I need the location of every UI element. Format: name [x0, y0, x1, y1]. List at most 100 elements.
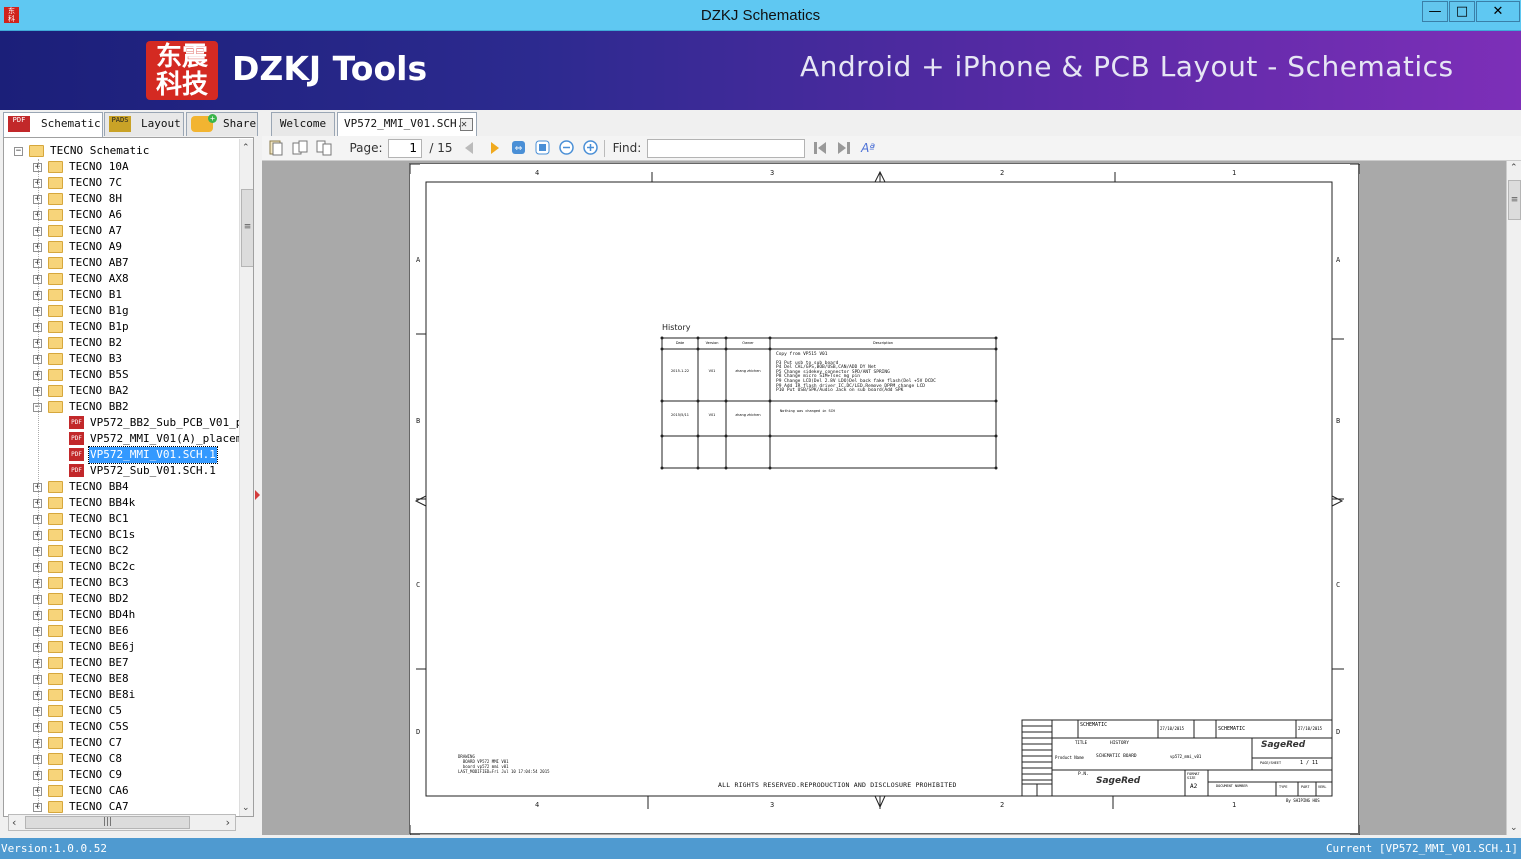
folder-icon — [48, 241, 63, 253]
folder-icon — [48, 161, 63, 173]
find-previous-icon[interactable] — [812, 140, 828, 157]
find-input[interactable] — [647, 139, 805, 158]
folder-icon — [48, 545, 63, 557]
find-next-icon[interactable] — [836, 140, 852, 157]
close-tab-icon[interactable]: ✕ — [460, 118, 473, 131]
zone-label-top: 1 — [1232, 169, 1237, 177]
maximize-button[interactable]: □ — [1449, 1, 1475, 22]
zone-label-left: B — [416, 417, 421, 425]
viewer-scroll-thumb[interactable]: ≡ — [1508, 180, 1521, 220]
history-description-line: Copy from VP515 V01 — [776, 352, 828, 357]
scroll-down-icon[interactable]: ⌄ — [242, 803, 250, 813]
tab-vp572-mmi[interactable]: VP572_MMI_V01.SCH.1 ✕ — [337, 112, 477, 136]
brand-name: DZKJ Tools — [232, 49, 428, 88]
tree-folder-label: TECNO C8 — [69, 752, 122, 765]
tree-guide-line — [38, 159, 39, 809]
folder-icon — [48, 529, 63, 541]
folder-icon — [48, 193, 63, 205]
folder-icon — [48, 673, 63, 685]
pdf-icon: PDF — [8, 116, 30, 132]
brand-logo: 东震 科技 — [146, 41, 218, 100]
zone-label-right: A — [1336, 256, 1341, 264]
scroll-right-icon[interactable]: › — [226, 815, 230, 830]
viewer-scroll-down-icon[interactable]: ⌄ — [1510, 823, 1518, 833]
tree-folder-label: TECNO C7 — [69, 736, 122, 749]
tree-folder-label: TECNO 7C — [69, 176, 122, 189]
folder-icon — [48, 721, 63, 733]
tree-folder-label: TECNO BC1 — [69, 512, 129, 525]
tab-layout[interactable]: PADS Layout — [104, 112, 184, 136]
page-number-input[interactable]: 1 — [388, 139, 422, 158]
schematic-tree[interactable]: − TECNO Schematic + TECNO 10A + TECNO 7C + TECN… — [3, 137, 254, 817]
folder-icon — [48, 657, 63, 669]
tree-folder-label: TECNO AX8 — [69, 272, 129, 285]
tree-folder-label: TECNO CA7 — [69, 800, 129, 813]
history-description-line: P10 Put USB/SPK/Audio Jack on sub board(… — [776, 388, 904, 394]
folder-icon — [48, 385, 63, 397]
folder-icon — [48, 705, 63, 717]
left-panel-tabs: PDF Schematic PADS Layout + Share — [0, 112, 262, 137]
single-page-icon[interactable] — [268, 140, 284, 157]
pads-icon: PADS — [109, 116, 131, 132]
tab-share-label: Share — [223, 117, 257, 130]
scroll-up-icon[interactable]: ⌃ — [242, 143, 250, 153]
tree-folder-label: TECNO BB2 — [69, 400, 129, 413]
folder-icon — [48, 481, 63, 493]
fit-page-icon[interactable] — [534, 140, 550, 157]
continuous-page-icon[interactable] — [315, 140, 333, 157]
tree-root-label: TECNO Schematic — [50, 144, 150, 157]
tab-welcome[interactable]: Welcome — [271, 112, 335, 136]
drawing-info-line: LAST_MODIFIED=Fri Jul 10 17:04:54 2015 — [458, 769, 550, 774]
splitter-collapse-icon[interactable] — [255, 490, 260, 500]
folder-icon — [48, 737, 63, 749]
zone-label-right: B — [1336, 417, 1341, 425]
tree-folder-label: TECNO B1p — [69, 320, 129, 333]
tree-folder-label: TECNO BE7 — [69, 656, 129, 669]
match-case-icon[interactable]: Aª — [860, 140, 876, 157]
close-button[interactable]: ✕ — [1476, 1, 1520, 22]
tree-hscroll-thumb[interactable]: ||| — [25, 816, 190, 829]
tree-scroll-thumb[interactable]: ≡ — [241, 189, 253, 267]
zoom-out-icon[interactable] — [558, 140, 574, 157]
folder-icon — [48, 769, 63, 781]
company-logo: SageRed — [1261, 740, 1306, 750]
zone-label-bottom: 1 — [1232, 801, 1237, 809]
tab-share[interactable]: + Share — [186, 112, 258, 136]
zoom-in-icon[interactable] — [582, 140, 598, 157]
tree-folder-label: TECNO CA6 — [69, 784, 129, 797]
file-value: vp572_mmi_v01 — [1170, 754, 1202, 759]
tree-folder-label: TECNO B1g — [69, 304, 129, 317]
scroll-left-icon[interactable]: ‹ — [12, 815, 16, 830]
viewer-vertical-scrollbar[interactable]: ⌃ ≡ ⌄ — [1506, 161, 1521, 835]
folder-icon — [48, 609, 63, 621]
tab-schematic[interactable]: PDF Schematic — [3, 112, 103, 137]
pdf-file-icon: PDF — [69, 432, 84, 445]
folder-icon — [48, 689, 63, 701]
format-label: FORMAT SIZE — [1187, 772, 1200, 780]
page-total: / 15 — [429, 141, 453, 155]
minimize-button[interactable]: — — [1422, 1, 1448, 22]
history-row2-description: Nothing was changed in SCH — [780, 409, 835, 413]
title-value: HISTORY — [1110, 741, 1129, 746]
next-page-icon[interactable] — [487, 140, 503, 157]
folder-icon — [48, 401, 63, 413]
folder-icon — [48, 225, 63, 237]
tree-vertical-scrollbar[interactable]: ⌃ ≡ ⌄ — [239, 139, 253, 816]
document-tabs: Welcome VP572_MMI_V01.SCH.1 ✕ — [262, 112, 1521, 136]
pdf-file-icon: PDF — [69, 464, 84, 477]
zone-label-top: 2 — [1000, 169, 1005, 177]
history-row2-version: V01 — [708, 413, 716, 417]
collapse-icon[interactable]: − — [14, 147, 23, 156]
tree-horizontal-scrollbar[interactable]: ‹ ||| › — [8, 814, 236, 831]
tree-folder-label: TECNO BC2c — [69, 560, 136, 573]
window-titlebar: 东科 DZKJ Schematics — □ ✕ — [0, 0, 1521, 31]
folder-icon — [48, 353, 63, 365]
document-viewer[interactable]: 4 4 3 3 2 2 1 1 A A B B C C D D History Date Version Ow… — [262, 161, 1507, 835]
viewer-scroll-up-icon[interactable]: ⌃ — [1510, 163, 1518, 173]
folder-icon — [48, 801, 63, 813]
fit-width-icon[interactable]: ⇔ — [510, 140, 526, 157]
two-page-icon[interactable] — [291, 140, 309, 157]
find-label: Find: — [612, 141, 642, 155]
tree-folder-label: TECNO 10A — [69, 160, 129, 173]
previous-page-icon[interactable] — [461, 140, 477, 157]
